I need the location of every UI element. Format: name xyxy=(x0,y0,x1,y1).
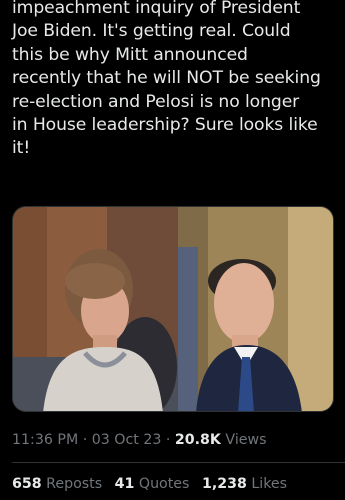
photo-woman-speaking-image xyxy=(13,207,178,411)
reposts-stat[interactable]: 658 Reposts xyxy=(12,476,102,492)
quotes-stat[interactable]: 41 Quotes xyxy=(115,476,190,492)
meta-separator: · xyxy=(78,432,92,448)
tweet-media[interactable] xyxy=(12,206,334,412)
tweet-stats: 658 Reposts 41 Quotes 1,238 Likes xyxy=(12,476,295,492)
media-photo-right[interactable] xyxy=(177,207,333,411)
meta-separator: · xyxy=(161,432,175,448)
likes-label: Likes xyxy=(246,476,288,492)
divider xyxy=(12,462,345,463)
likes-stat[interactable]: 1,238 Likes xyxy=(202,476,287,492)
tweet-time[interactable]: 11:36 PM xyxy=(12,432,78,448)
tweet-date[interactable]: 03 Oct 23 xyxy=(92,432,162,448)
quotes-label: Quotes xyxy=(134,476,190,492)
media-photo-left[interactable] xyxy=(13,207,178,411)
tweet-meta: 11:36 PM · 03 Oct 23 · 20.8K Views xyxy=(12,432,267,448)
quotes-count: 41 xyxy=(114,476,135,492)
reposts-count: 658 xyxy=(12,476,42,492)
views-label: Views xyxy=(220,432,267,448)
likes-count: 1,238 xyxy=(201,476,247,492)
photo-man-smiling-image xyxy=(177,207,333,411)
reposts-label: Reposts xyxy=(41,476,103,492)
tweet-text: impeachment inquiry of President Joe Bid… xyxy=(12,0,321,159)
views-count: 20.8K xyxy=(174,432,221,448)
